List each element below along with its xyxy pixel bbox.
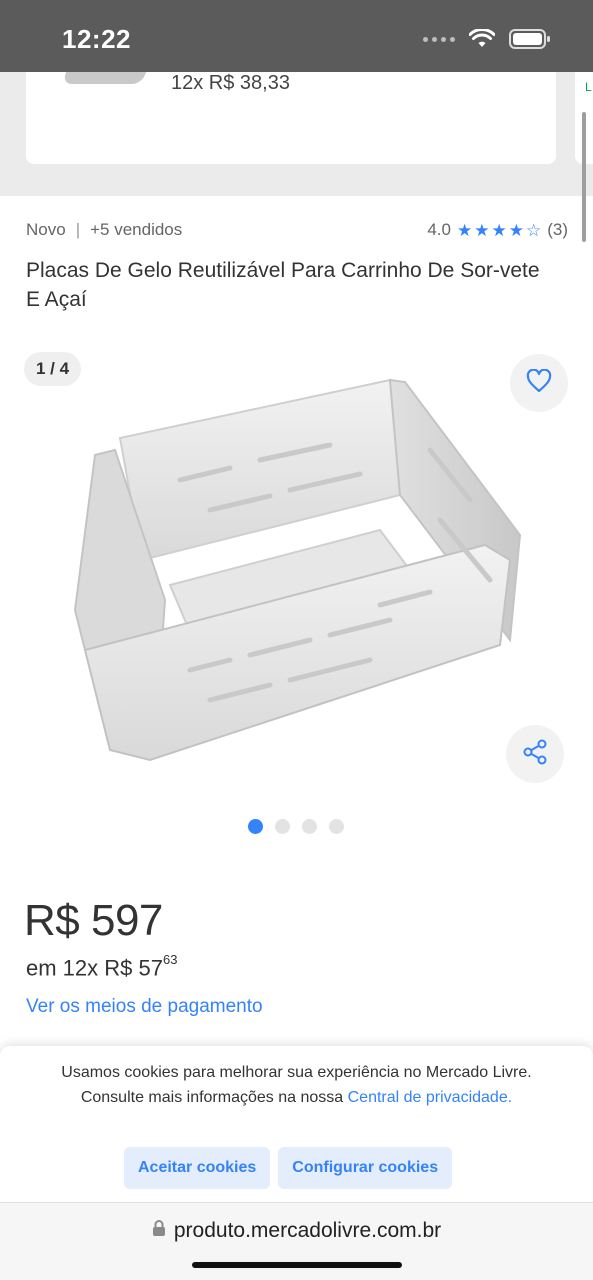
related-product-image (61, 72, 147, 84)
signal-icon (423, 36, 455, 42)
related-product-installments: 12x R$ 38,33 (171, 72, 290, 94)
product-rating[interactable]: 4.0 ★ ★ ★ ★ ☆ (3) (427, 220, 568, 240)
url-text: produto.mercadolivre.com.br (173, 1219, 442, 1242)
installments-info: em 12x R$ 5763 (26, 952, 178, 981)
wifi-icon (469, 29, 495, 49)
privacy-center-link[interactable]: Central de privacidade. (348, 1089, 513, 1106)
star-filled-icon: ★ (508, 220, 524, 240)
next-card-edge: L (585, 80, 592, 94)
review-count: (3) (547, 220, 568, 239)
status-bar: 12:22 (0, 0, 593, 72)
related-product-card[interactable]: 12x R$ 38,33 (26, 72, 556, 164)
meta-separator: | (75, 220, 81, 239)
cookie-message: Usamos cookies para melhorar sua experiê… (40, 1060, 553, 1110)
star-filled-icon: ★ (491, 220, 507, 240)
scrollbar[interactable] (582, 112, 586, 242)
pagination-dot-active[interactable] (248, 819, 263, 834)
product-title: Placas De Gelo Reutilizável Para Carrinh… (26, 259, 540, 311)
condition-label: Novo (26, 220, 66, 239)
accept-cookies-button[interactable]: Aceitar cookies (124, 1147, 271, 1189)
star-filled-icon: ★ (474, 220, 490, 240)
payment-methods-link[interactable]: Ver os meios de pagamento (26, 996, 263, 1018)
pagination-dot[interactable] (329, 819, 344, 834)
share-icon (522, 739, 548, 770)
rating-value: 4.0 (427, 220, 451, 239)
battery-icon (509, 28, 551, 50)
installments-cents: 63 (162, 952, 178, 967)
product-condition: Novo | +5 vendidos (26, 220, 182, 240)
share-button[interactable] (506, 725, 564, 783)
star-filled-icon: ★ (456, 220, 473, 240)
pagination-dot[interactable] (275, 819, 290, 834)
product-price: R$ 597 (24, 896, 163, 945)
gallery-pagination (248, 819, 344, 834)
pagination-dot[interactable] (302, 819, 317, 834)
product-meta-row: Novo | +5 vendidos 4.0 ★ ★ ★ ★ ☆ (3) (26, 220, 568, 240)
home-indicator[interactable] (192, 1262, 402, 1268)
product-image[interactable] (70, 370, 530, 770)
favorite-button[interactable] (510, 354, 568, 412)
status-time: 12:22 (62, 24, 131, 54)
installments-amount: em 12x R$ 57 (26, 955, 163, 981)
sold-count: +5 vendidos (90, 220, 183, 239)
address-display[interactable]: produto.mercadolivre.com.br (0, 1219, 593, 1243)
related-products-carousel: 12x R$ 38,33 L (0, 72, 593, 196)
status-icons (423, 28, 551, 50)
browser-address-bar[interactable]: produto.mercadolivre.com.br (0, 1202, 593, 1280)
rating-stars: ★ ★ ★ ★ ☆ (457, 222, 541, 239)
cookie-banner: Usamos cookies para melhorar sua experiê… (0, 1046, 593, 1202)
star-empty-icon: ☆ (525, 220, 542, 240)
heart-icon (526, 368, 552, 398)
configure-cookies-button[interactable]: Configurar cookies (278, 1147, 453, 1189)
lock-icon (152, 1219, 166, 1243)
cookie-actions: Aceitar cookies Configurar cookies (124, 1147, 453, 1189)
